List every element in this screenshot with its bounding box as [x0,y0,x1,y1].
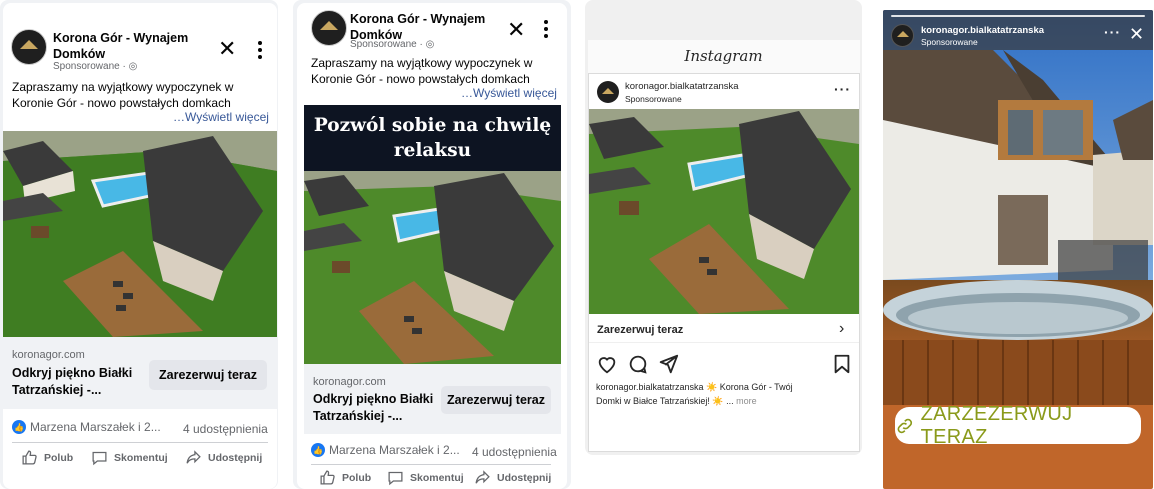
divider [12,442,268,443]
story-book-now-button[interactable]: ZARZEZERWUJ TERAZ [895,403,1141,448]
ig-avatar[interactable] [597,81,619,103]
divider [311,464,551,465]
more-options-icon[interactable] [257,41,263,59]
sponsored-label: Sponsorowane · ◎ [350,39,435,50]
page-name[interactable]: Korona Gór - Wynajem Domków [53,30,213,62]
story-sponsored-label: Sponsorowane [921,37,978,47]
ad-banner-headline: Pozwól sobie na chwilę relaksu [304,105,561,171]
instagram-story-ad-preview: koronagor.bialkatatrzanska Sponsorowane … [883,10,1153,489]
share-icon [475,470,490,484]
link-domain: koronagor.com [313,376,386,388]
share-icon [186,450,201,464]
logo-mountain-icon [602,87,614,94]
reactions-summary[interactable]: 👍 Marzena Marszałek i 2... [12,420,161,434]
see-more-link[interactable]: …Wyświetl więcej [461,86,557,100]
ig-username[interactable]: koronagor.bialkatatrzanska [625,81,739,92]
aerial-house-photo [589,109,859,314]
close-icon[interactable]: ✕ [1129,24,1144,45]
house-hot-tub-photo [883,10,1153,405]
ig-sponsored-label: Sponsorowane [625,94,682,104]
ad-image[interactable] [3,131,277,337]
link-preview[interactable]: koronagor.com Odkryj piękno Białki Tatrz… [304,364,561,434]
caption-more-link[interactable]: more [736,396,757,406]
sponsored-label: Sponsorowane · ◎ [53,61,138,72]
story-username[interactable]: koronagor.bialkatatrzanska [921,25,1044,36]
thumbs-up-icon [320,470,335,485]
comment-label: Skomentuj [114,451,168,464]
story-avatar[interactable] [891,24,914,47]
like-button[interactable]: Polub [21,449,73,466]
comment-button[interactable]: Skomentuj [91,449,168,466]
more-options-icon[interactable]: ··· [1104,24,1121,40]
globe-icon: ◎ [128,61,138,72]
heart-icon[interactable] [596,353,618,375]
link-headline: Odkryj piękno Białki Tatrzańskiej -... [313,392,434,423]
comment-icon[interactable] [627,353,649,375]
reactions-text: Marzena Marszałek i 2... [329,443,460,457]
page-avatar[interactable] [11,29,47,65]
see-more-link[interactable]: …Wyświetl więcej [173,110,269,124]
post-text: Zapraszamy na wyjątkowy wypoczynek w Kor… [12,80,234,110]
like-button[interactable]: Polub [319,469,371,486]
share-button[interactable]: Udostępnij [474,469,551,486]
comment-label: Skomentuj [410,471,464,484]
comment-button[interactable]: Skomentuj [387,469,464,486]
instagram-feed-ad-preview: Instagram koronagor.bialkatatrzanska Spo… [585,0,862,455]
comment-icon [388,471,403,486]
shares-count[interactable]: 4 udostępnienia [472,445,557,459]
send-icon[interactable] [657,353,679,375]
logo-mountain-icon [320,20,338,30]
chevron-right-icon[interactable]: › [839,320,844,338]
bookmark-icon[interactable] [831,353,853,375]
share-button[interactable]: Udostępnij [185,449,262,466]
facebook-feed-ad-preview: Korona Gór - Wynajem Domków Sponsorowane… [0,0,278,489]
logo-mountain-icon [20,39,38,49]
close-icon[interactable]: ✕ [218,38,236,60]
fb-post: Korona Gór - Wynajem Domków Sponsorowane… [3,3,277,489]
book-now-button[interactable]: Zarezerwuj teraz [149,360,267,390]
story-cta-label: ZARZEZERWUJ TERAZ [920,402,1073,448]
aerial-house-photo [3,131,277,337]
story-progress-bar [891,15,1145,17]
comment-icon [92,451,107,466]
instagram-logo: Instagram [684,47,763,65]
link-headline: Odkryj piękno Białki Tatrzańskiej -... [12,366,133,397]
close-icon[interactable]: ✕ [507,19,525,41]
reactions-summary[interactable]: 👍 Marzena Marszałek i 2... [311,443,460,457]
ad-image[interactable] [304,171,561,364]
more-options-icon[interactable]: ··· [834,81,851,97]
link-preview[interactable]: koronagor.com Odkryj piękno Białki Tatrz… [3,337,277,409]
share-label: Udostępnij [208,451,263,464]
share-label: Udostępnij [497,471,552,484]
globe-icon: ◎ [425,39,435,50]
caption-username[interactable]: koronagor.bialkatatrzanska [596,382,704,392]
fb-post: Korona Gór - Wynajem Domków Sponsorowane… [297,3,567,489]
link-domain: koronagor.com [12,349,85,361]
logo-mountain-icon [896,31,909,37]
story-image[interactable] [883,10,1153,405]
post-text: Zapraszamy na wyjątkowy wypoczynek w Kor… [311,56,533,86]
like-label: Polub [44,451,74,464]
facebook-mobile-ad-preview: Korona Gór - Wynajem Domków Sponsorowane… [293,0,571,489]
thumbs-up-icon [22,450,37,465]
like-icon: 👍 [311,443,325,457]
fb-post-header: Korona Gór - Wynajem Domków Sponsorowane… [3,3,277,75]
reactions-text: Marzena Marszałek i 2... [30,420,161,434]
page-avatar[interactable] [311,10,347,46]
ig-caption: koronagor.bialkatatrzanska ☀️ Korona Gór… [596,380,796,408]
link-icon [897,418,913,433]
like-label: Polub [342,471,372,484]
divider [589,342,859,343]
book-now-button[interactable]: Zarezerwuj teraz [441,386,551,414]
like-icon: 👍 [12,420,26,434]
ad-image[interactable] [589,109,859,314]
ig-book-now-link[interactable]: Zarezerwuj teraz [597,324,683,336]
aerial-house-photo [304,171,561,364]
shares-count[interactable]: 4 udostępnienia [183,422,268,436]
more-options-icon[interactable] [543,20,549,38]
